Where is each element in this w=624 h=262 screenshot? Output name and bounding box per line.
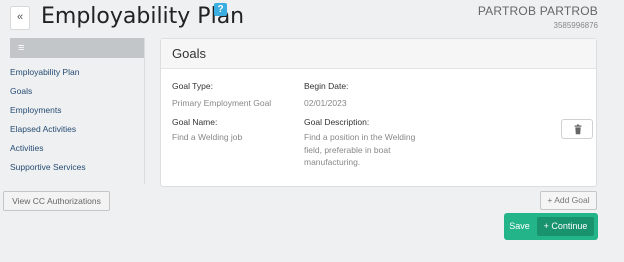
goal-description-value: Find a position in the Welding field, pr…	[304, 131, 415, 169]
double-chevron-left-icon: «	[16, 11, 24, 23]
goals-panel: Goals Goal Type: Primary Employment Goal…	[160, 38, 597, 187]
action-button-group: Save + Continue	[504, 213, 598, 240]
sidebar-item-activities[interactable]: Activities	[10, 142, 144, 161]
trash-icon	[574, 124, 582, 135]
sidebar-item-employments[interactable]: Employments	[10, 104, 144, 123]
goals-panel-title: Goals	[161, 39, 596, 69]
sidebar: ≡ Employability Plan Goals Employments E…	[10, 38, 145, 184]
add-goal-button[interactable]: + Add Goal	[540, 191, 597, 210]
delete-goal-button[interactable]	[561, 119, 593, 139]
user-phone: 3585996876	[553, 21, 599, 30]
user-name: PARTROB PARTROB	[477, 4, 598, 18]
goal-description-line: manufacturing.	[304, 157, 361, 167]
back-button[interactable]: «	[10, 6, 30, 30]
sidebar-item-supportive-services[interactable]: Supportive Services	[10, 161, 144, 180]
sidebar-menu: Employability Plan Goals Employments Ela…	[10, 66, 144, 180]
begin-date-value: 02/01/2023	[304, 98, 347, 108]
goal-description-label: Goal Description:	[304, 117, 370, 127]
sidebar-item-goals[interactable]: Goals	[10, 85, 144, 104]
menu-icon: ≡	[18, 42, 25, 54]
continue-button[interactable]: + Continue	[537, 217, 594, 236]
sidebar-toggle[interactable]: ≡	[10, 38, 144, 58]
goal-description-line: field, preferable in boat	[304, 144, 391, 155]
sidebar-item-employability-plan[interactable]: Employability Plan	[10, 66, 144, 85]
sidebar-item-elapsed-activities[interactable]: Elapsed Activities	[10, 123, 144, 142]
goal-type-label: Goal Type:	[172, 81, 213, 91]
goal-type-value: Primary Employment Goal	[172, 98, 272, 108]
goal-name-label: Goal Name:	[172, 117, 218, 127]
view-cc-authorizations-button[interactable]: View CC Authorizations	[3, 191, 110, 211]
goal-description-line: Find a position in the Welding	[304, 132, 416, 142]
save-button[interactable]: Save	[504, 213, 535, 240]
goal-name-value: Find a Welding job	[172, 132, 243, 142]
begin-date-label: Begin Date:	[304, 81, 349, 91]
help-icon[interactable]: ?	[214, 3, 227, 16]
